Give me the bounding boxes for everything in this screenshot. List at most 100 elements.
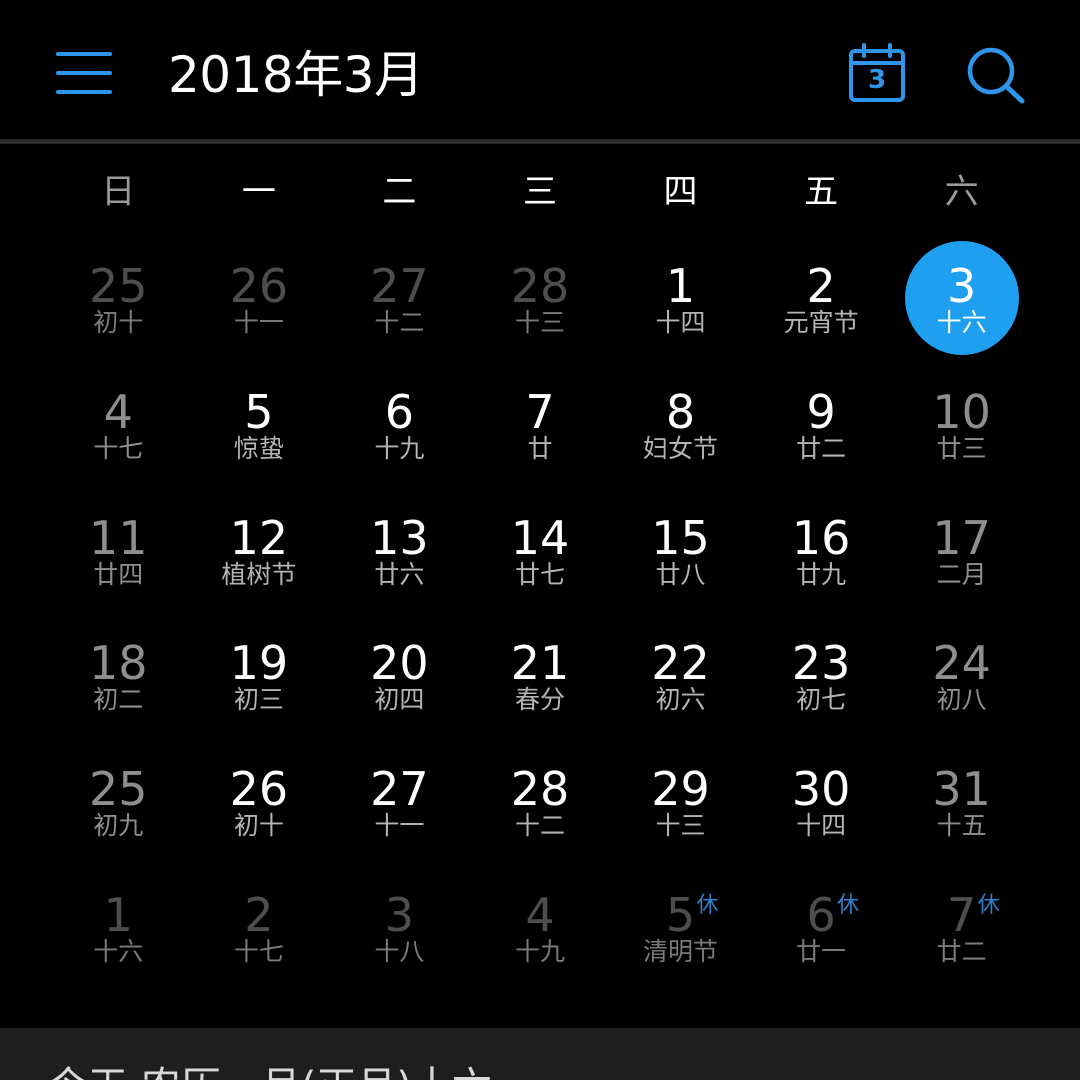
- day-number: 4: [103, 384, 133, 439]
- day-cell[interactable]: 23 初七: [751, 613, 892, 739]
- lunar-date: 十六: [93, 936, 144, 966]
- day-number: 25: [89, 259, 148, 313]
- day-number: 22: [651, 636, 710, 691]
- lunar-date: 初二: [93, 685, 144, 715]
- day-cell[interactable]: 14 廿七: [470, 488, 611, 614]
- day-cell[interactable]: 26 十一: [189, 236, 330, 362]
- day-number: 6: [806, 887, 836, 942]
- search-icon[interactable]: [964, 44, 1030, 106]
- day-cell[interactable]: 21 春分: [470, 613, 611, 739]
- day-cell[interactable]: 7廿: [470, 362, 611, 488]
- day-number: 31: [932, 762, 991, 817]
- weekday-label: 六: [944, 172, 979, 212]
- day-cell[interactable]: 12 植树节: [189, 488, 330, 614]
- day-cell[interactable]: 27 十一: [329, 739, 470, 865]
- lunar-date: 十三: [655, 811, 706, 841]
- day-cell[interactable]: 9 廿二: [751, 362, 892, 488]
- lunar-date: 廿九: [796, 559, 847, 589]
- lunar-date: 十四: [655, 308, 706, 337]
- day-number: 12: [229, 510, 289, 565]
- lunar-date: 廿一: [796, 936, 847, 966]
- day-cell[interactable]: 18 初二: [48, 613, 189, 739]
- day-cell[interactable]: 29 十三: [610, 739, 751, 865]
- day-number: 18: [89, 636, 148, 691]
- day-cell[interactable]: 25 初九: [48, 739, 189, 865]
- day-cell[interactable]: 7 廿二 休: [891, 865, 1032, 991]
- lunar-date: 廿八: [655, 559, 706, 589]
- day-cell[interactable]: 2 元宵节: [751, 236, 892, 362]
- day-cell[interactable]: 22 初六: [610, 613, 751, 739]
- day-cell[interactable]: 2 十七: [189, 865, 330, 991]
- day-cell[interactable]: 5 惊蛰: [189, 362, 330, 488]
- day-cell[interactable]: 28 十二: [470, 739, 611, 865]
- day-number: 1: [665, 259, 696, 313]
- lunar-date: 植树节: [221, 559, 297, 589]
- day-cell[interactable]: 5 清明节 休: [610, 865, 751, 991]
- day-cell[interactable]: 26 初十: [189, 739, 330, 865]
- day-cell[interactable]: 6 廿一 休: [751, 865, 892, 991]
- day-cell[interactable]: 16 廿九: [751, 488, 892, 614]
- day-number: 29: [651, 762, 710, 817]
- day-cell[interactable]: 3 十八: [329, 865, 470, 991]
- header-divider: [0, 139, 1080, 144]
- day-cell[interactable]: 28 十三: [470, 236, 611, 362]
- day-cell[interactable]: 4 十九: [470, 865, 611, 991]
- day-cell[interactable]: 4 十七: [48, 362, 189, 488]
- lunar-date: 廿二: [796, 433, 847, 463]
- lunar-date: 十四: [796, 811, 847, 841]
- today-info-bar[interactable]: 今天 农历一月(正月)十六: [0, 1028, 1080, 1080]
- day-number: 24: [932, 636, 991, 691]
- day-cell[interactable]: 1 十四: [610, 236, 751, 362]
- day-number: 30: [791, 762, 851, 817]
- lunar-date: 廿三: [936, 433, 987, 463]
- lunar-date: 十七: [233, 936, 284, 966]
- lunar-date: 初八: [936, 685, 987, 715]
- holiday-badge: 休: [977, 892, 1000, 918]
- day-cell[interactable]: 17 二月: [891, 488, 1032, 614]
- day-cell[interactable]: 19 初三: [189, 613, 330, 739]
- lunar-date: 廿四: [93, 559, 144, 589]
- day-number: 10: [932, 384, 991, 439]
- day-cell[interactable]: 10 廿三: [891, 362, 1032, 488]
- search-icon-graphic: [967, 47, 1025, 104]
- day-cell[interactable]: 24 初八: [891, 613, 1032, 739]
- day-number: 15: [651, 510, 710, 565]
- today-info-text: 今天 农历一月(正月)十六: [48, 1062, 492, 1080]
- weekday-label: 二: [382, 172, 417, 212]
- weekday-label: 一: [241, 172, 276, 212]
- day-number: 26: [229, 259, 289, 313]
- app-header: 2018年3月 3: [0, 0, 1080, 140]
- day-number: 13: [370, 510, 429, 565]
- day-number: 6: [384, 384, 415, 439]
- day-cell[interactable]: 13 廿六: [329, 488, 470, 614]
- day-cell[interactable]: 25 初十: [48, 236, 189, 362]
- day-number: 26: [229, 762, 289, 817]
- day-cell[interactable]: 11 廿四: [48, 488, 189, 614]
- day-cell[interactable]: 15 廿八: [610, 488, 751, 614]
- lunar-date: 十九: [514, 936, 565, 966]
- lunar-date: 元宵节: [783, 308, 859, 337]
- lunar-date: 十九: [374, 433, 425, 463]
- lunar-date: 十二: [374, 308, 425, 337]
- day-cell[interactable]: 20 初四: [329, 613, 470, 739]
- menu-icon[interactable]: [56, 52, 112, 94]
- day-cell[interactable]: 31 十五: [891, 739, 1032, 865]
- day-number: 2: [244, 887, 274, 942]
- day-cell[interactable]: 1 十六: [48, 865, 189, 991]
- weekday-label: 日: [101, 172, 136, 212]
- calendar-today-icon[interactable]: 3: [846, 42, 908, 104]
- month-title[interactable]: 2018年3月: [168, 42, 424, 108]
- day-number: 17: [932, 510, 991, 565]
- day-cell[interactable]: 6 十九: [329, 362, 470, 488]
- day-cell[interactable]: 8 妇女节: [610, 362, 751, 488]
- day-number: 5: [665, 887, 696, 942]
- month-grid: 25 初十 26 十一 27 十二 28 十三 1 十四 2 元宵节 3 十六 4 十七 5 惊蛰 6 十九 7 廿 8 妇女…: [48, 236, 1032, 991]
- day-cell[interactable]: 27 十二: [329, 236, 470, 362]
- day-cell[interactable]: 30 十四: [751, 739, 892, 865]
- day-cell-today[interactable]: 3 十六: [891, 236, 1032, 362]
- day-number: 20: [370, 636, 429, 691]
- lunar-date: 十一: [374, 811, 425, 841]
- day-number: 2: [806, 259, 836, 313]
- day-number: 28: [510, 762, 570, 817]
- lunar-date: 惊蛰: [233, 433, 284, 463]
